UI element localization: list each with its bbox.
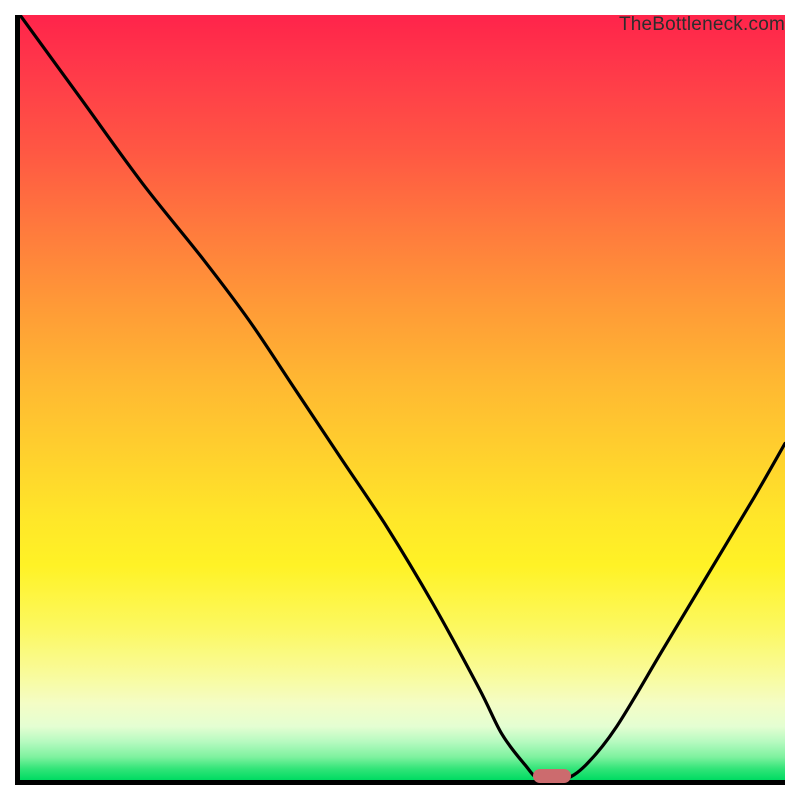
curve-layer xyxy=(20,15,785,780)
bottleneck-chart: TheBottleneck.com xyxy=(0,0,800,800)
bottleneck-curve-path xyxy=(20,15,785,780)
optimal-marker xyxy=(533,769,571,783)
watermark-text: TheBottleneck.com xyxy=(619,14,785,36)
plot-area: TheBottleneck.com xyxy=(15,15,785,785)
